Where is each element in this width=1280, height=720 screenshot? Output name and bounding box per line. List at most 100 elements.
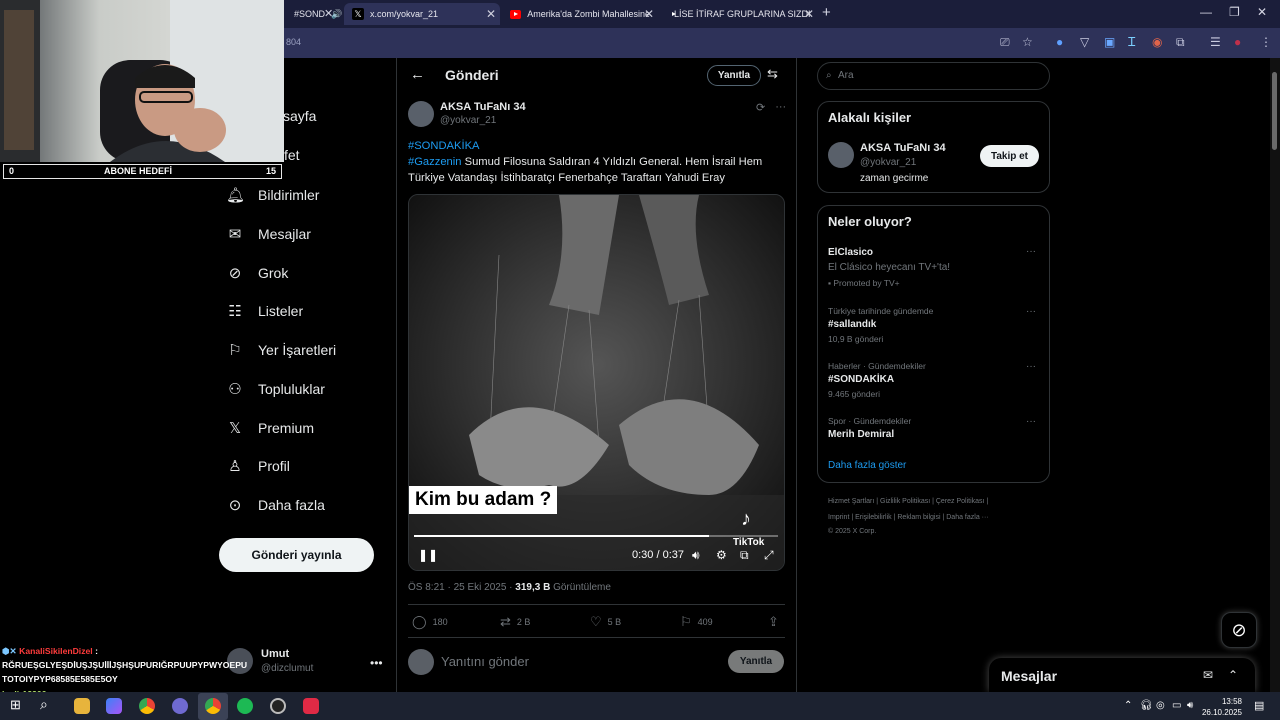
network-icon[interactable]: ▭	[1172, 700, 1181, 711]
expand-up-icon[interactable]: ⌃	[1228, 668, 1238, 682]
video-progress-bar[interactable]	[414, 535, 778, 537]
pause-icon[interactable]: ❚❚	[418, 548, 438, 562]
nav-more[interactable]: ⊙ Daha fazla	[226, 496, 325, 514]
bookmark-action[interactable]: ⚐ 409	[680, 614, 713, 630]
relevant-name[interactable]: AKSA TuFaNı 34	[860, 142, 946, 154]
menu-lines-icon[interactable]: ☰	[1210, 35, 1221, 49]
url-text[interactable]: 804	[286, 37, 301, 47]
obs-icon[interactable]	[270, 698, 286, 714]
search-icon[interactable]: ⌕	[40, 696, 48, 713]
trend-name[interactable]: #SONDAKİKA	[828, 374, 894, 385]
trend-name[interactable]: Merih Demiral	[828, 429, 894, 440]
more-dots-icon[interactable]: ···	[1026, 416, 1036, 427]
puzzle-icon[interactable]: ⧉	[1176, 35, 1185, 50]
new-message-icon[interactable]: ✉	[1203, 668, 1213, 682]
chrome-icon[interactable]	[139, 698, 155, 714]
restore-icon[interactable]: ❐	[1229, 5, 1240, 19]
nav-communities[interactable]: ⚇ Topluluklar	[226, 380, 325, 398]
close-tab-icon[interactable]: ✕	[644, 7, 654, 21]
post-timestamp[interactable]: ÖS 8:21 · 25 Eki 2025 ·	[408, 582, 515, 593]
more-dots-icon[interactable]: ···	[1026, 361, 1036, 372]
clock[interactable]: 13:58 26.10.2025	[1196, 696, 1242, 718]
grok-explain-icon[interactable]: ⟳	[756, 101, 765, 114]
more-dots-icon[interactable]: •••	[370, 656, 383, 670]
close-tab-icon[interactable]: ✕	[804, 7, 814, 21]
more-dots-icon[interactable]: ···	[775, 101, 786, 114]
steam-icon[interactable]: ◎	[1156, 700, 1165, 711]
footer-links[interactable]: Imprint | Erişilebilirlik | Reklam bilgi…	[828, 514, 989, 521]
red-app-icon[interactable]	[303, 698, 319, 714]
repost-action[interactable]: ⇄ 2 B	[500, 614, 530, 630]
show-more-link[interactable]: Daha fazla göster	[828, 460, 906, 471]
new-tab-button[interactable]: +	[822, 4, 831, 21]
share-icon[interactable]: ⇪	[768, 614, 779, 630]
install-app-icon[interactable]: ⎚	[1000, 35, 1010, 50]
page-scrollbar[interactable]	[1270, 58, 1280, 692]
extension-icon[interactable]: ▣	[1104, 35, 1115, 49]
close-tab-icon[interactable]: ✕	[486, 7, 496, 21]
nav-premium[interactable]: 𝕏 Premium	[226, 419, 314, 437]
close-tab-icon[interactable]: ✕	[324, 7, 333, 20]
nav-grok[interactable]: ⊘ Grok	[226, 264, 289, 282]
reply-action[interactable]: ◯ 180	[412, 614, 448, 630]
search-input[interactable]: ⌕ Ara	[817, 62, 1050, 90]
nav-lists[interactable]: ☷ Listeler	[226, 302, 303, 320]
nav-notifications[interactable]: 🔔︎ Bildirimler	[226, 186, 319, 204]
headset-icon[interactable]: 🎧︎	[1140, 700, 1153, 711]
author-name[interactable]: AKSA TuFaNı 34	[440, 101, 526, 113]
trend-name[interactable]: #sallandık	[828, 319, 876, 330]
filter-sliders-icon[interactable]: ⇆	[767, 66, 778, 82]
pip-icon[interactable]: ⧉	[740, 548, 749, 563]
post-button[interactable]: Gönderi yayınla	[219, 538, 374, 572]
chrome-icon[interactable]	[205, 698, 221, 714]
extension-icon[interactable]: ●	[1056, 35, 1063, 49]
kebab-menu-icon[interactable]: ⋮	[1260, 35, 1272, 49]
scrollbar-thumb[interactable]	[1272, 72, 1277, 150]
settings-gear-icon[interactable]: ⚙	[716, 548, 727, 562]
notifications-icon[interactable]: ▤	[1254, 699, 1264, 712]
profile-avatar-icon[interactable]: ●	[1234, 35, 1241, 49]
grok-fab-button[interactable]: ⊘	[1221, 612, 1257, 648]
minimize-icon[interactable]: —	[1200, 5, 1212, 19]
discord-icon[interactable]	[172, 698, 188, 714]
nav-home-partial[interactable]: sayfa	[283, 108, 316, 124]
spotify-icon[interactable]	[237, 698, 253, 714]
tab-youtube-zombie[interactable]: Amerika'da Zombi Mahallesine ✕	[502, 3, 658, 25]
copilot-icon[interactable]	[106, 698, 122, 714]
extension-icon[interactable]: ◉	[1152, 35, 1162, 49]
nav-explore-partial[interactable]: fet	[284, 147, 300, 163]
tab-youtube-lise[interactable]: LİSE İTİRAF GRUPLARINA SIZDI ✕	[660, 3, 818, 25]
file-explorer-icon[interactable]	[74, 698, 90, 714]
relevant-handle[interactable]: @yokvar_21	[860, 157, 916, 168]
promoted-trend-name[interactable]: ElClasico	[828, 247, 873, 258]
author-handle[interactable]: @yokvar_21	[440, 115, 496, 126]
footer-links[interactable]: Hizmet Şartları | Gizlilik Politikası | …	[828, 498, 988, 505]
windows-start-icon[interactable]: ⊞	[10, 697, 21, 713]
fullscreen-icon[interactable]: ⤢	[764, 548, 774, 563]
tab-x-profile[interactable]: 𝕏 x.com/yokvar_21 ✕	[344, 3, 500, 25]
extension-icon[interactable]: ▽	[1080, 35, 1089, 49]
reply-header-button[interactable]: Yanıtla	[707, 65, 761, 86]
volume-icon[interactable]: 🔊︎	[692, 548, 700, 563]
volume-icon[interactable]: 🔊︎	[1187, 700, 1193, 711]
translate-icon[interactable]: Ꮖ	[1128, 35, 1136, 50]
more-dots-icon[interactable]: ···	[1026, 306, 1036, 317]
nav-messages[interactable]: ✉ Mesajlar	[226, 225, 311, 243]
tab-sondakika[interactable]: #SOND 🔊	[286, 3, 344, 25]
nav-bookmarks[interactable]: ⚐ Yer İşaretleri	[226, 341, 336, 359]
back-arrow-icon[interactable]: ←	[410, 66, 425, 83]
video-player[interactable]	[408, 194, 785, 571]
tray-chevron-icon[interactable]: ⌃	[1124, 700, 1132, 711]
reply-input[interactable]: Yanıtını gönder	[441, 654, 529, 669]
hashtag-link[interactable]: #Gazzenin	[408, 156, 462, 168]
more-dots-icon[interactable]: ···	[1026, 246, 1036, 257]
bookmark-star-icon[interactable]: ☆	[1022, 35, 1033, 49]
nav-profile[interactable]: ♙ Profil	[226, 457, 290, 475]
hashtag-link[interactable]: #SONDAKİKA	[408, 140, 480, 152]
relevant-avatar[interactable]	[828, 142, 854, 168]
reply-submit-button[interactable]: Yanıtla	[728, 650, 784, 673]
follow-button[interactable]: Takip et	[980, 145, 1039, 167]
author-avatar[interactable]	[408, 101, 434, 127]
like-action[interactable]: ♡ 5 B	[590, 614, 621, 630]
close-window-icon[interactable]: ✕	[1257, 5, 1267, 19]
